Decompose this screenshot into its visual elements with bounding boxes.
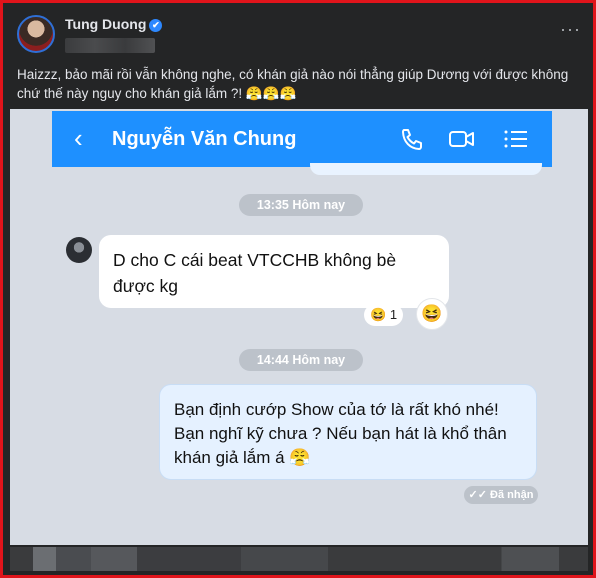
- video-call-icon[interactable]: [448, 127, 476, 151]
- contact-name: Nguyễn Văn Chung: [112, 128, 297, 150]
- menu-list-icon[interactable]: [502, 127, 530, 151]
- author-name[interactable]: Tung Duong ✔: [65, 16, 163, 32]
- chat-screenshot: ‹ Nguyễn Văn Chung 13:35 Hôm nay D cho C…: [10, 109, 588, 545]
- blurred-footer: [10, 547, 588, 571]
- more-options-button[interactable]: ···: [560, 19, 581, 40]
- add-reaction-button[interactable]: 😆: [416, 298, 448, 330]
- back-arrow-icon[interactable]: ‹: [74, 125, 83, 151]
- author-name-text[interactable]: Tung Duong: [65, 16, 146, 32]
- delivery-status: ✓✓ Đã nhận: [464, 486, 538, 504]
- laugh-reaction-icon: 😆: [370, 307, 387, 322]
- previous-message-bubble: [310, 163, 542, 175]
- sender-avatar[interactable]: [66, 237, 92, 263]
- post-meta-blurred: [65, 38, 155, 53]
- reaction-summary[interactable]: 😆 1: [364, 304, 404, 326]
- post-frame: Tung Duong ✔ ··· Haizzz, bảo mãi rồi vẫn …: [0, 0, 596, 578]
- chat-header: ‹ Nguyễn Văn Chung: [52, 111, 552, 167]
- reaction-count: 1: [389, 307, 398, 322]
- incoming-message[interactable]: D cho C cái beat VTCCHB không bè được kg: [99, 235, 449, 308]
- timestamp-divider: 14:44 Hôm nay: [239, 349, 363, 371]
- phone-icon[interactable]: [398, 127, 426, 151]
- outgoing-message[interactable]: Bạn định cướp Show của tớ là rất khó nhé…: [159, 384, 537, 480]
- author-avatar[interactable]: [17, 15, 55, 53]
- post-header: Tung Duong ✔ ···: [13, 11, 583, 59]
- post-caption: Haizzz, bảo mãi rồi vẫn không nghe, có k…: [17, 67, 569, 101]
- timestamp-divider: 13:35 Hôm nay: [239, 194, 363, 216]
- verified-badge-icon: ✔: [149, 19, 163, 32]
